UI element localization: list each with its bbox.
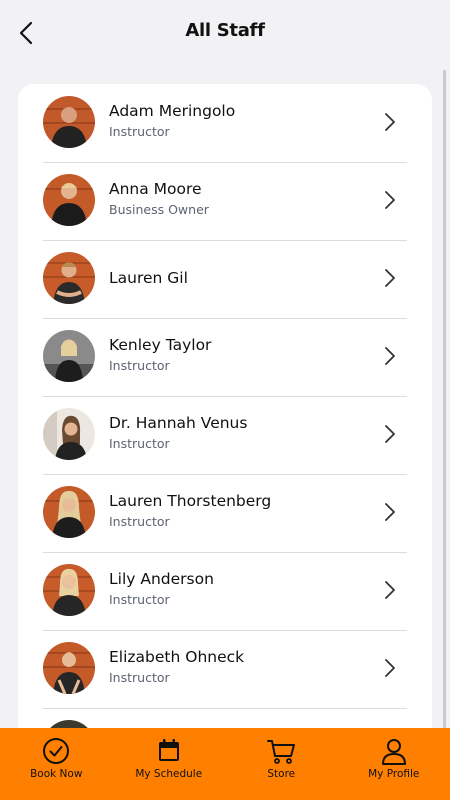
avatar [43,642,95,694]
staff-role: Instructor [109,358,170,373]
tab-store[interactable]: Store [225,728,338,800]
staff-role: Instructor [109,670,170,685]
chevron-right-icon [385,191,395,209]
staff-name: Elizabeth Ohneck [109,648,245,666]
chevron-right-icon [385,581,395,599]
staff-row[interactable]: Lauren Gil [43,240,407,319]
chevron-right-icon [385,113,395,131]
tab-label: My Profile [368,768,420,780]
staff-role: Instructor [109,592,170,607]
staff-row[interactable]: Kenley Taylor Instructor [43,318,407,397]
staff-list: Adam Meringolo Instructor Anna Moore Bus… [18,84,432,784]
avatar [43,252,95,304]
tab-label: Book Now [30,768,83,780]
staff-row[interactable]: Elizabeth Ohneck Instructor [43,630,407,709]
avatar [43,330,95,382]
staff-role: Instructor [109,436,170,451]
avatar [43,96,95,148]
chevron-right-icon [385,503,395,521]
avatar [43,408,95,460]
user-icon [381,739,406,765]
avatar [43,486,95,538]
staff-role: Instructor [109,124,170,139]
chevron-right-icon [385,269,395,287]
tab-my-schedule[interactable]: My Schedule [113,728,226,800]
tab-my-profile[interactable]: My Profile [338,728,450,800]
staff-name: Anna Moore [109,180,202,198]
header-bar: All Staff [0,0,450,66]
scrollbar[interactable] [443,70,446,770]
staff-name: Dr. Hannah Venus [109,414,248,432]
staff-name: Lauren Thorstenberg [109,492,272,510]
staff-name: Lily Anderson [109,570,214,588]
bottom-tab-bar: Book Now My Schedule Store My Profile [0,728,450,800]
avatar [43,564,95,616]
calendar-icon [158,739,179,761]
tab-label: My Schedule [135,768,203,780]
staff-name: Kenley Taylor [109,336,212,354]
staff-row[interactable]: Dr. Hannah Venus Instructor [43,396,407,475]
tab-book-now[interactable]: Book Now [0,728,113,800]
page-title: All Staff [185,20,265,41]
staff-role: Business Owner [109,202,209,217]
check-circle-icon [43,738,70,764]
chevron-right-icon [385,425,395,443]
staff-row[interactable]: Anna Moore Business Owner [43,162,407,241]
staff-name: Adam Meringolo [109,102,236,120]
chevron-right-icon [385,347,395,365]
staff-role: Instructor [109,514,170,529]
staff-row[interactable]: Adam Meringolo Instructor [43,84,407,163]
staff-row[interactable]: Lily Anderson Instructor [43,552,407,631]
shopping-cart-icon [267,740,296,764]
chevron-right-icon [385,659,395,677]
staff-row[interactable]: Lauren Thorstenberg Instructor [43,474,407,553]
tab-label: Store [267,768,296,780]
staff-name: Lauren Gil [109,269,188,287]
avatar [43,174,95,226]
